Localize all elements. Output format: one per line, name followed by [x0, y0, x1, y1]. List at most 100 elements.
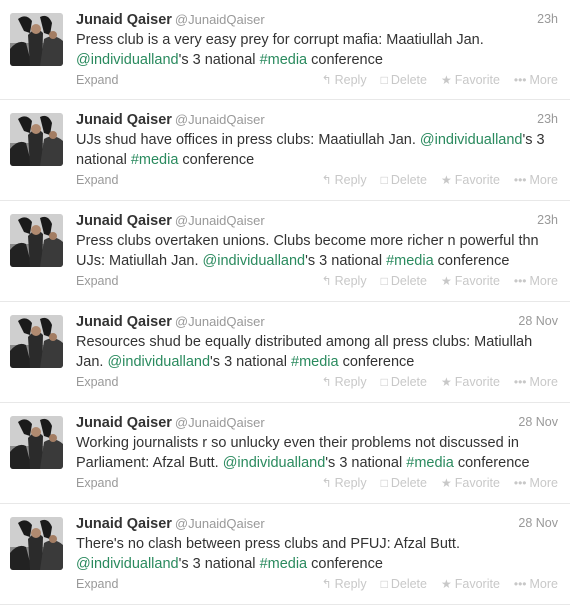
ellipsis-icon: •••: [513, 274, 527, 288]
tweet-link[interactable]: @individualland: [76, 52, 179, 68]
delete-button[interactable]: □ Delete: [381, 274, 427, 288]
tweet-header: Junaid Qaiser @JunaidQaiser 23h: [76, 111, 558, 129]
tweet-link[interactable]: @individualland: [107, 354, 210, 370]
tweet-username[interactable]: @JunaidQaiser: [175, 516, 265, 531]
tweet-link[interactable]: #media: [260, 52, 308, 68]
tweet-text-segment: There's no clash between press clubs and…: [76, 536, 460, 552]
tweet-item[interactable]: Junaid Qaiser @JunaidQaiser 28 Nov There's …: [0, 504, 570, 605]
reply-arrow-icon: ↰: [321, 375, 332, 389]
expand-link[interactable]: Expand: [76, 274, 118, 288]
reply-button[interactable]: ↰ Reply: [322, 173, 367, 187]
tweet-item[interactable]: Junaid Qaiser @JunaidQaiser 23h Press clubs…: [0, 201, 570, 302]
reply-arrow-icon: ↰: [321, 274, 332, 288]
tweet-username[interactable]: @JunaidQaiser: [175, 213, 265, 228]
avatar[interactable]: [10, 214, 63, 267]
reply-button[interactable]: ↰ Reply: [322, 476, 367, 490]
expand-link[interactable]: Expand: [76, 73, 118, 87]
tweet-item[interactable]: Junaid Qaiser @JunaidQaiser 23h UJs shud ha…: [0, 100, 570, 201]
tweet-timestamp[interactable]: 23h: [537, 213, 558, 227]
expand-link[interactable]: Expand: [76, 476, 118, 490]
favorite-button[interactable]: ★ Favorite: [441, 375, 500, 389]
tweet-text-segment: conference: [307, 51, 383, 68]
star-icon: ★: [440, 476, 452, 490]
tweet-username[interactable]: @JunaidQaiser: [175, 12, 265, 27]
tweet-fullname[interactable]: Junaid Qaiser: [76, 112, 172, 128]
more-button[interactable]: ••• More: [514, 73, 558, 87]
tweet-link[interactable]: @individualland: [76, 556, 179, 572]
tweet-timestamp[interactable]: 23h: [537, 112, 558, 126]
more-button[interactable]: ••• More: [514, 476, 558, 490]
tweet-username[interactable]: @JunaidQaiser: [175, 415, 265, 430]
tweet-item[interactable]: Junaid Qaiser @JunaidQaiser 23h Press club …: [0, 0, 570, 100]
delete-button[interactable]: □ Delete: [381, 375, 427, 389]
tweet-fullname[interactable]: Junaid Qaiser: [76, 516, 172, 532]
reply-button[interactable]: ↰ Reply: [322, 73, 367, 87]
tweet-link[interactable]: @individualland: [223, 455, 326, 471]
tweet-text-segment: 's 3 national: [305, 252, 387, 269]
tweet-link[interactable]: #media: [131, 152, 179, 168]
reply-label: Reply: [334, 73, 367, 87]
tweet-text-segment: conference: [307, 555, 383, 572]
avatar[interactable]: [10, 416, 63, 469]
tweet-footer: Expand ↰ Reply □ Delete ★ Favorite ••• More: [76, 374, 558, 392]
tweet-fullname[interactable]: Junaid Qaiser: [76, 314, 172, 330]
favorite-label: Favorite: [454, 173, 500, 187]
tweet-username[interactable]: @JunaidQaiser: [175, 314, 265, 329]
reply-button[interactable]: ↰ Reply: [322, 274, 367, 288]
tweet-timestamp[interactable]: 28 Nov: [518, 415, 558, 429]
more-button[interactable]: ••• More: [514, 375, 558, 389]
more-button[interactable]: ••• More: [514, 173, 558, 187]
star-icon: ★: [440, 73, 452, 87]
tweet-fullname[interactable]: Junaid Qaiser: [76, 12, 172, 28]
more-button[interactable]: ••• More: [514, 274, 558, 288]
delete-button[interactable]: □ Delete: [381, 173, 427, 187]
tweet-footer: Expand ↰ Reply □ Delete ★ Favorite ••• More: [76, 576, 558, 594]
tweet-header: Junaid Qaiser @JunaidQaiser 23h: [76, 212, 558, 230]
expand-link[interactable]: Expand: [76, 375, 118, 389]
tweet-text-segment: 's 3 national: [178, 51, 260, 68]
star-icon: ★: [440, 274, 452, 288]
reply-button[interactable]: ↰ Reply: [322, 375, 367, 389]
tweet-text-segment: conference: [338, 353, 415, 370]
delete-button[interactable]: □ Delete: [381, 73, 427, 87]
avatar[interactable]: [10, 13, 63, 66]
delete-button[interactable]: □ Delete: [381, 476, 427, 490]
tweet-link[interactable]: #media: [260, 556, 308, 572]
avatar[interactable]: [10, 315, 63, 368]
favorite-button[interactable]: ★ Favorite: [441, 274, 500, 288]
trash-icon: □: [380, 173, 388, 187]
tweet-username[interactable]: @JunaidQaiser: [175, 112, 265, 127]
tweet-link[interactable]: #media: [386, 253, 434, 269]
favorite-button[interactable]: ★ Favorite: [441, 476, 500, 490]
tweet-text-segment: conference: [433, 252, 510, 269]
favorite-button[interactable]: ★ Favorite: [441, 173, 500, 187]
tweet-item[interactable]: Junaid Qaiser @JunaidQaiser 28 Nov Working …: [0, 403, 570, 504]
tweet-text: There's no clash between press clubs and…: [76, 535, 562, 574]
tweet-fullname[interactable]: Junaid Qaiser: [76, 213, 172, 229]
reply-arrow-icon: ↰: [321, 173, 332, 187]
tweet-timestamp[interactable]: 28 Nov: [518, 516, 558, 530]
delete-label: Delete: [390, 173, 427, 187]
favorite-button[interactable]: ★ Favorite: [441, 73, 500, 87]
tweet-header: Junaid Qaiser @JunaidQaiser 28 Nov: [76, 515, 558, 533]
more-label: More: [529, 476, 558, 490]
tweet-link[interactable]: @individualland: [203, 253, 306, 269]
delete-label: Delete: [390, 375, 427, 389]
avatar[interactable]: [10, 517, 63, 570]
expand-link[interactable]: Expand: [76, 173, 118, 187]
tweet-timestamp[interactable]: 28 Nov: [518, 314, 558, 328]
tweet-link[interactable]: #media: [291, 354, 339, 370]
avatar[interactable]: [10, 113, 63, 166]
tweet-link[interactable]: #media: [406, 455, 454, 471]
ellipsis-icon: •••: [513, 476, 527, 490]
star-icon: ★: [440, 173, 452, 187]
tweet-fullname[interactable]: Junaid Qaiser: [76, 415, 172, 431]
tweet-item[interactable]: Junaid Qaiser @JunaidQaiser 28 Nov Resource…: [0, 302, 570, 403]
tweet-timestamp[interactable]: 23h: [537, 12, 558, 26]
ellipsis-icon: •••: [513, 173, 527, 187]
reply-label: Reply: [334, 476, 367, 490]
more-label: More: [529, 173, 558, 187]
more-label: More: [529, 274, 558, 288]
favorite-label: Favorite: [454, 375, 500, 389]
tweet-link[interactable]: @individualland: [420, 132, 523, 148]
